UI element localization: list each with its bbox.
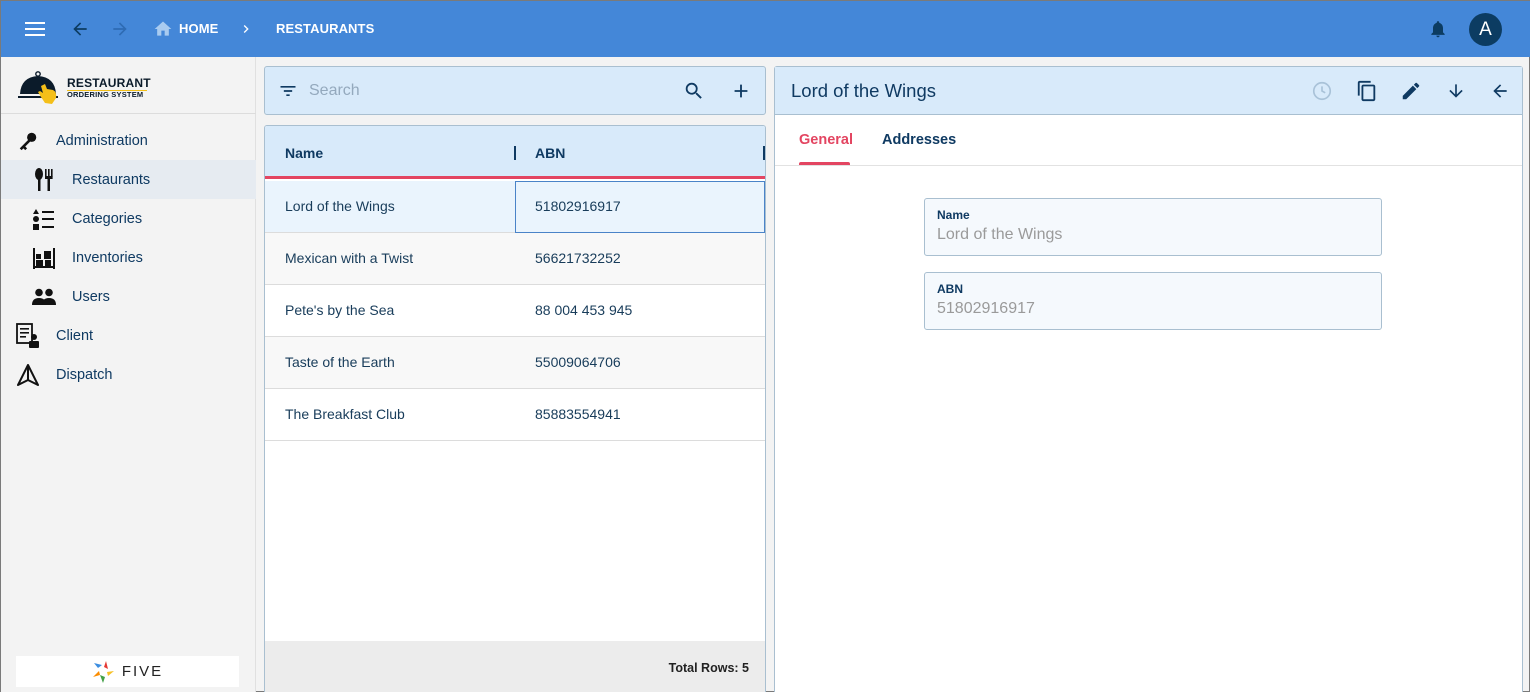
cell-abn: 56621732252 <box>535 250 621 266</box>
breadcrumb-chevron-icon <box>234 17 258 41</box>
five-brand-text: FIVE <box>121 663 164 680</box>
name-field[interactable]: Name Lord of the Wings <box>924 198 1382 256</box>
column-header-abn[interactable]: ABN <box>535 145 565 161</box>
history-icon[interactable] <box>1309 78 1335 104</box>
abn-field-label: ABN <box>937 282 963 296</box>
table-row[interactable]: The Breakfast Club 85883554941 <box>265 389 765 441</box>
total-rows: Total Rows: 5 <box>668 661 749 675</box>
detail-title: Lord of the Wings <box>791 80 936 101</box>
sidebar-item-label: Categories <box>72 210 143 227</box>
table-row[interactable]: Mexican with a Twist 56621732252 <box>265 233 765 285</box>
search-bar <box>264 66 766 115</box>
name-field-value: Lord of the Wings <box>937 226 1063 243</box>
sidebar-item-label: Dispatch <box>56 366 113 383</box>
cell-name: Lord of the Wings <box>285 198 395 214</box>
grid-header: Name ABN <box>265 126 765 179</box>
sidebar-item-users[interactable]: Users <box>1 277 256 316</box>
sidebar-item-categories[interactable]: Categories <box>1 199 256 238</box>
forward-arrow-icon[interactable] <box>108 17 132 41</box>
sidebar-item-label: Users <box>72 288 110 305</box>
active-tab-indicator <box>799 162 850 165</box>
close-back-icon[interactable] <box>1487 78 1513 104</box>
bell-icon[interactable] <box>1426 17 1450 41</box>
client-icon <box>16 322 40 348</box>
utensils-icon <box>32 167 56 192</box>
abn-field[interactable]: ABN 51802916917 <box>924 272 1382 330</box>
app-logo: RESTAURANT ORDERING SYSTEM <box>1 57 256 114</box>
cell-name: Mexican with a Twist <box>285 250 414 266</box>
filter-icon[interactable] <box>275 78 301 104</box>
five-star-icon <box>92 660 114 683</box>
sidebar-item-label: Restaurants <box>72 171 151 188</box>
logo-title: RESTAURANT <box>67 76 151 90</box>
cell-name: Pete's by the Sea <box>285 302 395 318</box>
cell-abn: 55009064706 <box>535 354 621 370</box>
cell-abn: 88 004 453 945 <box>535 302 633 318</box>
detail-tabs: General Addresses <box>775 115 1522 166</box>
tab-general[interactable]: General <box>799 132 853 148</box>
cloche-icon <box>18 71 58 104</box>
cell-name: Taste of the Earth <box>285 354 395 370</box>
restaurants-grid: Name ABN Lord of the Wings 51802916917 M… <box>264 125 766 692</box>
search-icon[interactable] <box>681 78 707 104</box>
column-resize-handle[interactable] <box>763 146 765 160</box>
detail-header: Lord of the Wings <box>775 67 1522 115</box>
sidebar-item-inventories[interactable]: Inventories <box>1 238 256 277</box>
detail-panel: Lord of the Wings General Addresses Name… <box>774 66 1523 692</box>
list-icon <box>32 207 56 231</box>
logo-subtitle: ORDERING SYSTEM <box>67 90 144 99</box>
user-avatar[interactable]: A <box>1469 13 1502 46</box>
sidebar-item-label: Administration <box>56 132 148 149</box>
sidebar-item-client[interactable]: Client <box>1 316 256 355</box>
add-icon[interactable] <box>728 78 754 104</box>
cell-abn: 85883554941 <box>535 406 621 422</box>
sidebar-item-label: Client <box>56 327 94 344</box>
arrow-down-icon[interactable] <box>1443 78 1469 104</box>
abn-field-value: 51802916917 <box>937 300 1035 317</box>
breadcrumb-restaurants[interactable]: RESTAURANTS <box>276 21 374 36</box>
sidebar-item-dispatch[interactable]: Dispatch <box>1 355 256 394</box>
breadcrumb-home[interactable]: HOME <box>179 21 218 36</box>
table-row[interactable]: Taste of the Earth 55009064706 <box>265 337 765 389</box>
warehouse-icon <box>32 246 56 270</box>
sidebar: RESTAURANT ORDERING SYSTEM Administratio… <box>1 57 256 692</box>
cell-abn: 51802916917 <box>535 198 621 214</box>
back-arrow-icon[interactable] <box>68 17 92 41</box>
sidebar-item-restaurants[interactable]: Restaurants <box>1 160 256 199</box>
menu-icon[interactable] <box>23 17 47 41</box>
dispatch-icon <box>16 363 40 387</box>
search-input[interactable] <box>309 79 669 103</box>
sidebar-item-label: Inventories <box>72 249 143 266</box>
key-icon <box>16 129 40 153</box>
tab-addresses[interactable]: Addresses <box>882 132 956 148</box>
copy-icon[interactable] <box>1354 78 1380 104</box>
column-header-name[interactable]: Name <box>285 145 323 161</box>
home-icon[interactable] <box>151 17 175 41</box>
edit-icon[interactable] <box>1398 78 1424 104</box>
five-brand-logo: FIVE <box>16 656 239 687</box>
grid-footer: Total Rows: 5 <box>265 641 765 692</box>
table-row[interactable]: Lord of the Wings 51802916917 <box>265 181 765 233</box>
cell-name: The Breakfast Club <box>285 406 405 422</box>
name-field-label: Name <box>937 208 970 222</box>
table-row[interactable]: Pete's by the Sea 88 004 453 945 <box>265 285 765 337</box>
top-app-bar: HOME RESTAURANTS A <box>1 1 1530 57</box>
column-resize-handle[interactable] <box>514 146 516 160</box>
users-icon <box>32 285 56 309</box>
sidebar-item-administration[interactable]: Administration <box>1 121 256 160</box>
